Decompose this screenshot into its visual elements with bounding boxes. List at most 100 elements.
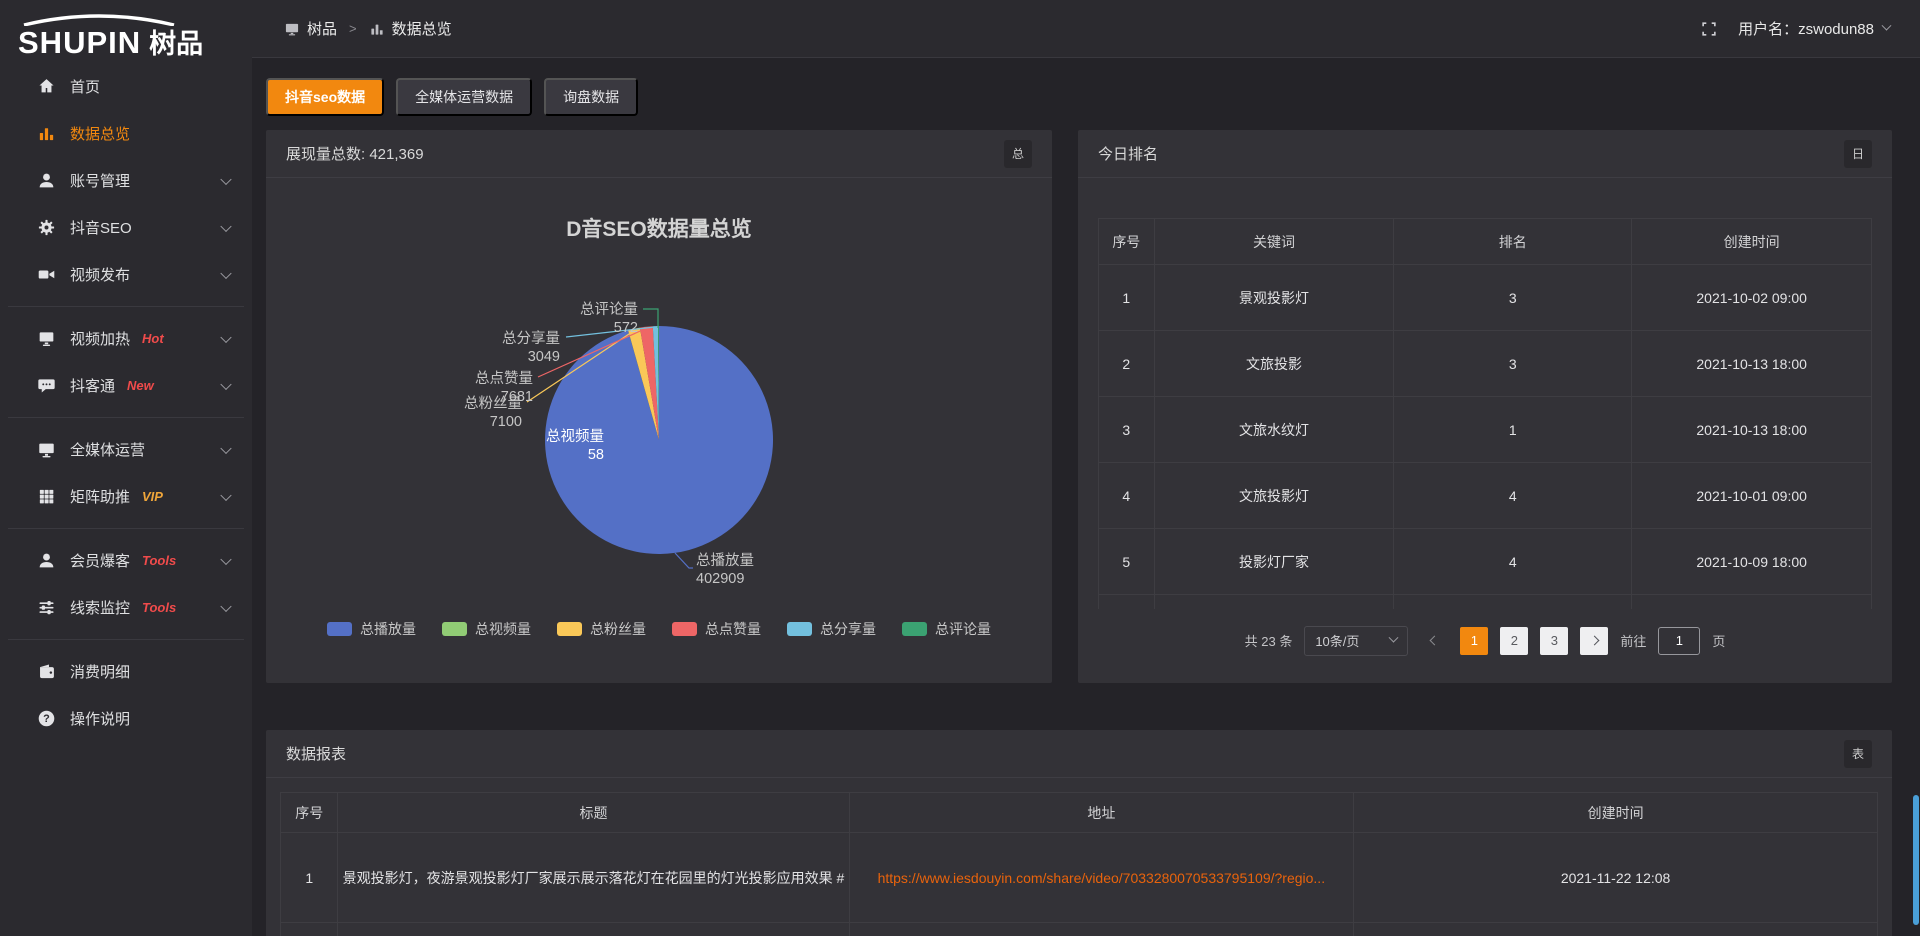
bar-chart-icon [37, 124, 56, 143]
page-button-1[interactable]: 1 [1460, 627, 1488, 655]
table-cell [338, 923, 849, 936]
next-page-button[interactable] [1580, 627, 1608, 655]
legend-swatch [557, 622, 582, 636]
legend-label: 总粉丝量 [590, 619, 646, 639]
video-link[interactable]: https://www.iesdouyin.com/share/video/70… [878, 870, 1326, 886]
ranking-panel: 今日排名 日 序号关键词排名创建时间 1景观投影灯32021-10-02 09:… [1078, 130, 1892, 683]
pie-label-value: 7100 [490, 414, 522, 430]
sidebar-item-badge: Tools [142, 600, 176, 615]
sidebar-divider [8, 528, 244, 529]
table-cell: 2021-10-13 18:00 [1632, 397, 1872, 463]
chart-icon [369, 21, 385, 37]
legend-item-总分享量[interactable]: 总分享量 [787, 619, 876, 639]
table-cell: 5 [1099, 529, 1155, 595]
brand-logo-zh: 树品 [149, 30, 203, 58]
report-panel-header: 数据报表 表 [266, 730, 1892, 778]
overview-total-button[interactable]: 总 [1004, 140, 1032, 168]
sidebar-item-label: 账号管理 [70, 170, 130, 191]
app-root: SHUPIN 树品 首页数据总览账号管理抖音SEO视频发布视频加热Hot抖客通N… [0, 0, 1920, 936]
monitor-icon [37, 440, 56, 459]
table-cell [1354, 923, 1878, 936]
home-icon [37, 77, 56, 96]
fullscreen-icon[interactable] [1700, 20, 1718, 38]
table-cell: 1 [1099, 265, 1155, 331]
table-cell-title: 景观投影灯，夜游景观投影灯厂家展示展示落花灯在花园里的灯光投影应用效果 # [338, 833, 849, 923]
sidebar-item-会员爆客[interactable]: 会员爆客Tools [0, 537, 252, 584]
page-button-2[interactable]: 2 [1500, 627, 1528, 655]
chevron-down-icon [220, 442, 231, 453]
overview-panel-title: 展现量总数: 421,369 [286, 143, 424, 164]
legend-item-总粉丝量[interactable]: 总粉丝量 [557, 619, 646, 639]
ranking-day-button[interactable]: 日 [1844, 140, 1872, 168]
breadcrumb-label: 数据总览 [392, 18, 452, 39]
legend-swatch [902, 622, 927, 636]
report-table-button[interactable]: 表 [1844, 740, 1872, 768]
user-label: 用户名：zswodun88 [1738, 18, 1874, 39]
chevron-down-icon [220, 553, 231, 564]
table-cell: 1 [1394, 397, 1632, 463]
table-cell: 2021-10-01 09:00 [1632, 463, 1872, 529]
chevron-down-icon [220, 267, 231, 278]
chevron-right-icon [1589, 636, 1599, 646]
legend-swatch [442, 622, 467, 636]
legend-item-总视频量[interactable]: 总视频量 [442, 619, 531, 639]
page-size-select[interactable]: 10条/页 [1304, 626, 1408, 656]
sidebar-item-视频发布[interactable]: 视频发布 [0, 251, 252, 298]
table-cell: 文旅投影灯 [1154, 463, 1394, 529]
pie-label-name: 总点赞量 [475, 370, 533, 387]
report-table: 序号标题地址创建时间 1景观投影灯，夜游景观投影灯厂家展示展示落花灯在花园里的灯… [280, 792, 1878, 936]
table-cell: 4 [1394, 463, 1632, 529]
chevron-down-icon [1882, 21, 1892, 31]
legend-label: 总视频量 [475, 619, 531, 639]
breadcrumb-item-树品[interactable]: 树品 [284, 18, 337, 39]
sidebar-item-数据总览[interactable]: 数据总览 [0, 110, 252, 157]
pie-chart: D音SEO数据量总览总播放量402909总视频量58总粉丝量7100总点赞量76… [266, 178, 1052, 639]
sidebar-item-全媒体运营[interactable]: 全媒体运营 [0, 426, 252, 473]
legend-item-总播放量[interactable]: 总播放量 [327, 619, 416, 639]
tab-询盘数据[interactable]: 询盘数据 [544, 78, 638, 116]
table-row: 5投影灯厂家42021-10-09 18:00 [1099, 529, 1872, 595]
sidebar-item-抖音SEO[interactable]: 抖音SEO [0, 204, 252, 251]
user-menu[interactable]: 用户名：zswodun88 [1738, 18, 1890, 39]
label-line-总评论量 [643, 309, 658, 328]
tab-全媒体运营数据[interactable]: 全媒体运营数据 [396, 78, 532, 116]
prev-page-button[interactable] [1420, 627, 1448, 655]
legend-item-总评论量[interactable]: 总评论量 [902, 619, 991, 639]
overview-panel-header: 展现量总数: 421,369 总 [266, 130, 1052, 178]
chat-icon [37, 376, 56, 395]
legend-label: 总评论量 [935, 619, 991, 639]
sidebar-item-消费明细[interactable]: 消费明细 [0, 648, 252, 695]
legend-item-总点赞量[interactable]: 总点赞量 [672, 619, 761, 639]
scrollbar-thumb[interactable] [1913, 795, 1919, 925]
table-cell: 4 [1394, 529, 1632, 595]
sidebar-item-矩阵助推[interactable]: 矩阵助推VIP [0, 473, 252, 520]
pie-label-name: 总分享量 [502, 330, 560, 347]
legend-swatch [672, 622, 697, 636]
sidebar-item-label: 消费明细 [70, 661, 130, 682]
legend-label: 总点赞量 [705, 619, 761, 639]
sidebar-item-账号管理[interactable]: 账号管理 [0, 157, 252, 204]
chevron-down-icon [220, 173, 231, 184]
sidebar-item-首页[interactable]: 首页 [0, 63, 252, 110]
column-header: 创建时间 [1632, 219, 1872, 265]
pie-label-name: 总视频量 [546, 428, 604, 445]
sidebar-item-操作说明[interactable]: ?操作说明 [0, 695, 252, 742]
tab-抖音seo数据[interactable]: 抖音seo数据 [266, 78, 384, 116]
brand-logo: SHUPIN 树品 [0, 0, 252, 58]
label-line-总播放量 [675, 553, 693, 568]
column-header: 标题 [338, 793, 849, 833]
sidebar-item-抖客通[interactable]: 抖客通New [0, 362, 252, 409]
user-icon [37, 171, 56, 190]
sidebar-item-label: 数据总览 [70, 123, 130, 144]
table-cell: 文旅投影 [1154, 331, 1394, 397]
sidebar-item-badge: Tools [142, 553, 176, 568]
page-button-3[interactable]: 3 [1540, 627, 1568, 655]
sidebar-item-视频加热[interactable]: 视频加热Hot [0, 315, 252, 362]
overview-panel: 展现量总数: 421,369 总 D音SEO数据量总览总播放量402909总视频… [266, 130, 1052, 683]
table-cell: 投影灯厂家 [1154, 529, 1394, 595]
table-cell: 文旅水纹灯 [1154, 397, 1394, 463]
sidebar-item-线索监控[interactable]: 线索监控Tools [0, 584, 252, 631]
goto-page-input[interactable] [1658, 627, 1700, 655]
breadcrumb-item-数据总览[interactable]: 数据总览 [369, 18, 452, 39]
sidebar-item-label: 视频加热 [70, 328, 130, 349]
